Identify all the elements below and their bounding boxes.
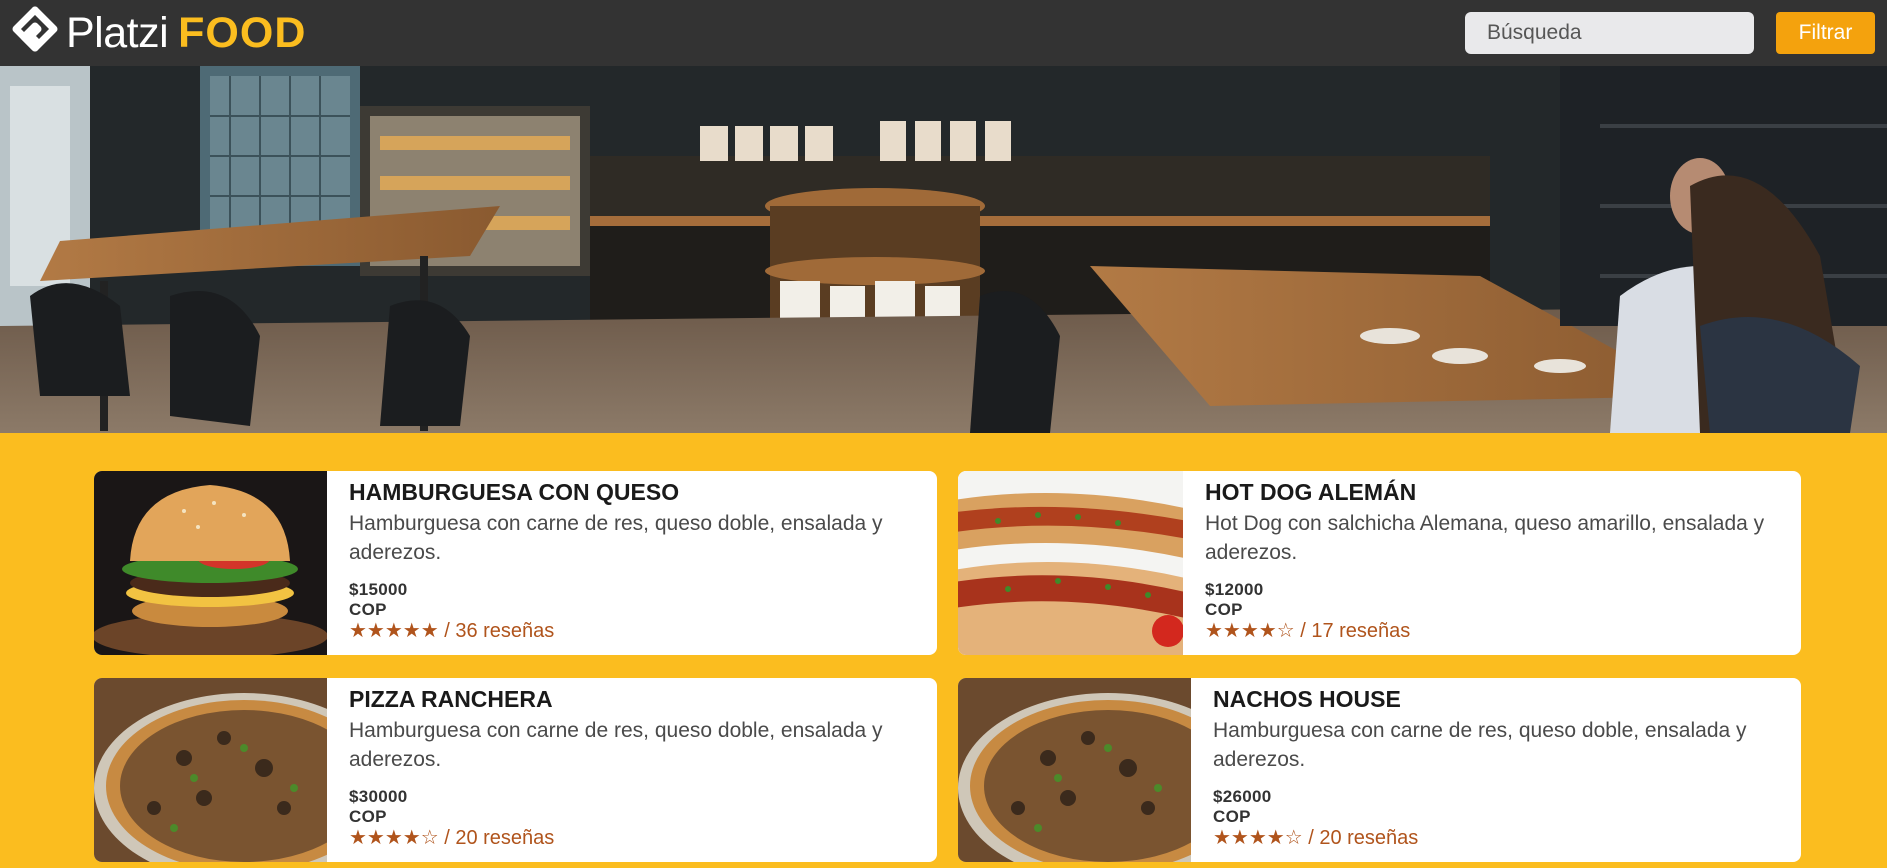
product-image [958,471,1183,655]
brand-food: FOOD [178,8,307,57]
navbar: Platzi FOOD Filtrar [0,0,1887,66]
rating-stars: ★★★★★ [349,620,439,642]
product-rating: ★★★★☆ / 20 reseñas [1213,825,1418,850]
product-price: $26000 COP [1213,787,1272,826]
review-count[interactable]: / 17 reseñas [1300,620,1410,642]
product-image [958,678,1191,862]
product-card[interactable]: NACHOS HOUSE Hamburguesa con carne de re… [958,678,1801,862]
product-image [94,678,327,862]
product-rating: ★★★★☆ / 17 reseñas [1205,618,1410,643]
product-card[interactable]: HOT DOG ALEMÁN Hot Dog con salchicha Ale… [958,471,1801,655]
brand-name: Platzi [66,8,169,57]
cafe-interior-image [0,66,1887,433]
product-title: PIZZA RANCHERA [349,686,553,712]
product-description: Hot Dog con salchicha Alemana, queso ama… [1205,512,1765,564]
product-price: $15000 COP [349,580,408,619]
burger-photo [94,471,327,655]
product-image [94,471,327,655]
review-count[interactable]: / 36 reseñas [444,620,554,642]
product-title: NACHOS HOUSE [1213,686,1401,712]
rating-stars: ★★★★☆ [1213,827,1303,849]
product-description: Hamburguesa con carne de res, queso dobl… [1213,719,1747,771]
product-title: HAMBURGUESA CON QUESO [349,479,680,505]
product-description: Hamburguesa con carne de res, queso dobl… [349,512,883,564]
filter-button[interactable]: Filtrar [1776,12,1875,54]
brand-logo[interactable]: Platzi FOOD [10,5,306,61]
rating-stars: ★★★★☆ [349,827,439,849]
product-description: Hamburguesa con carne de res, queso dobl… [349,719,883,771]
pizza-photo [958,678,1191,862]
product-card[interactable]: PIZZA RANCHERA Hamburguesa con carne de … [94,678,937,862]
pizza-photo [94,678,327,862]
product-title: HOT DOG ALEMÁN [1205,479,1417,505]
review-count[interactable]: / 20 reseñas [1308,827,1418,849]
product-rating: ★★★★☆ / 20 reseñas [349,825,554,850]
hotdog-photo [958,471,1183,655]
product-price: $12000 COP [1205,580,1264,619]
platzi-logo-icon [12,6,58,52]
product-price: $30000 COP [349,787,408,826]
product-rating: ★★★★★ / 36 reseñas [349,618,554,643]
search-input[interactable] [1465,12,1754,54]
review-count[interactable]: / 20 reseñas [444,827,554,849]
rating-stars: ★★★★☆ [1205,620,1295,642]
product-card[interactable]: HAMBURGUESA CON QUESO Hamburguesa con ca… [94,471,937,655]
hero-banner [0,66,1887,433]
